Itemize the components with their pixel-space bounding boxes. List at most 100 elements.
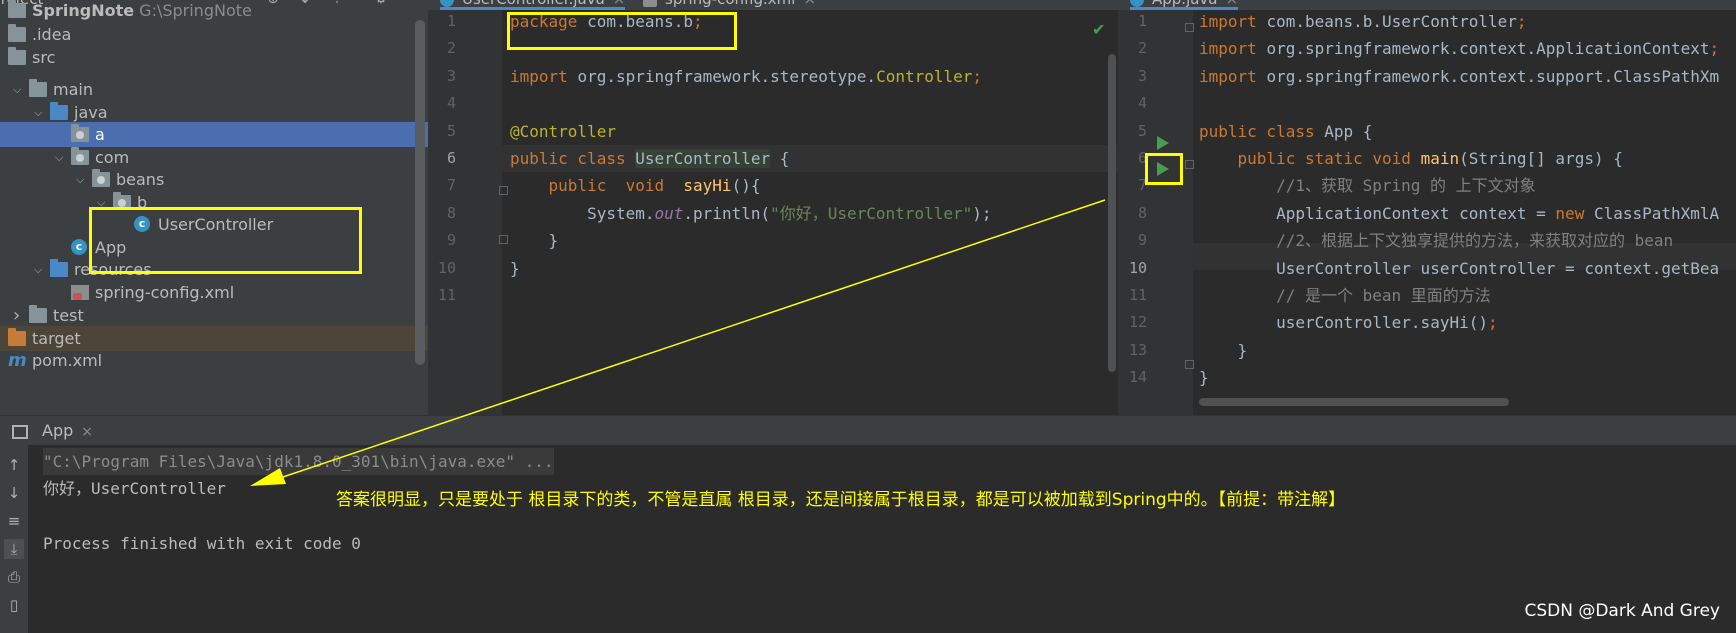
code-line[interactable]: import org.springframework.stereotype.Co… [510, 63, 982, 90]
code-token: com.beans.b.UserController [1266, 12, 1517, 31]
line-number: 7 [446, 176, 456, 195]
chevron-down-icon[interactable]: ⌵ [34, 257, 46, 282]
code-token: out [654, 203, 684, 223]
chevron-down-icon[interactable]: ⌵ [13, 77, 25, 102]
code-line[interactable]: UserController userController = context.… [1199, 255, 1719, 282]
tree-item-test[interactable]: › test [0, 303, 428, 328]
run-tab-label: App [42, 421, 74, 440]
close-icon[interactable]: × [803, 0, 816, 8]
tab-usercontroller-java[interactable]: UserController.java × [440, 0, 626, 10]
chevron-down-icon[interactable]: ⌵ [76, 167, 88, 192]
code-token: (){ [731, 176, 761, 196]
code-line[interactable]: } [510, 255, 520, 282]
code-token: public void [548, 176, 684, 196]
code-line[interactable]: public static void main(String[] args) { [1199, 145, 1623, 172]
editor2-tabbar: App.java × [1118, 0, 1736, 10]
code-line[interactable]: public class App { [1199, 118, 1372, 145]
tree-item-a[interactable]: a [0, 122, 428, 147]
trash-icon[interactable]: ▯ [4, 595, 24, 615]
code-line[interactable]: System.out.println("你好，UserController"); [510, 200, 991, 227]
close-icon[interactable]: × [1226, 0, 1239, 8]
chevron-right-icon[interactable]: › [13, 303, 25, 328]
code-token: org.springframework.context.ApplicationC… [1266, 39, 1710, 59]
soft-wrap-icon[interactable]: ≡ [4, 511, 24, 531]
code-token: org.springframework.stereotype. [577, 66, 877, 86]
close-icon[interactable]: × [81, 424, 93, 440]
check-icon[interactable]: ✔ [1092, 20, 1105, 39]
code-token: @Controller [510, 121, 616, 141]
line-number: 6 [1137, 149, 1147, 167]
code-token: import [1199, 66, 1267, 86]
fold-marker-icon[interactable] [499, 235, 508, 244]
code-token: UserController [635, 149, 771, 168]
code-token: { [770, 149, 790, 168]
run-tab-app[interactable]: App × [12, 416, 93, 446]
up-arrow-icon[interactable]: ↑ [4, 455, 24, 475]
run-class-icon[interactable] [1157, 136, 1169, 150]
tab-spring-config-xml[interactable]: spring-config.xml × [643, 0, 816, 10]
code-line[interactable]: } [510, 227, 559, 254]
code-token: } [510, 258, 520, 278]
print-icon[interactable]: ⎙ [4, 567, 24, 587]
folder-icon [29, 305, 47, 323]
line-number: 10 [1128, 258, 1147, 277]
fold-marker-icon[interactable] [1185, 160, 1194, 169]
line-number: 12 [1128, 313, 1147, 332]
code-line[interactable]: } [1199, 364, 1209, 391]
tree-item-idea[interactable]: .idea [0, 22, 428, 47]
code-line[interactable]: import org.springframework.context.Appli… [1199, 35, 1719, 62]
fold-marker-icon[interactable] [1185, 360, 1194, 369]
tree-item-spring-config-xml[interactable]: spring-config.xml [0, 280, 428, 305]
editor2-hscrollbar[interactable] [1199, 398, 1509, 406]
code-line[interactable]: //1、获取 Spring 的 上下文对象 [1199, 172, 1536, 199]
code-line[interactable]: @Controller [510, 118, 616, 145]
tree-item-src[interactable]: src [0, 45, 428, 70]
line-number: 5 [1137, 121, 1147, 140]
code-line[interactable]: package com.beans.b; [510, 10, 703, 35]
tree-item-label: spring-config.xml [95, 283, 235, 302]
fold-marker-icon[interactable] [499, 186, 508, 195]
code-token: UserController userController = context.… [1199, 258, 1720, 278]
editor1-scrollbar[interactable] [1108, 54, 1116, 372]
run-main-icon[interactable] [1157, 162, 1169, 176]
close-icon[interactable]: × [613, 0, 626, 8]
tree-item-main[interactable]: ⌵ main [0, 77, 428, 102]
tab-app-java[interactable]: App.java × [1130, 0, 1239, 10]
tree-item-label: resources [74, 260, 152, 279]
code-line[interactable]: } [1199, 337, 1248, 364]
tree-item-resources[interactable]: ⌵ resources [0, 257, 428, 282]
tab-label: App.java [1152, 0, 1218, 8]
line-number: 11 [1128, 286, 1147, 304]
tree-item-beans[interactable]: ⌵ beans [0, 167, 428, 192]
code-token: //1、获取 Spring 的 上下文对象 [1199, 176, 1536, 196]
tree-item-usercontroller[interactable]: c UserController [0, 212, 428, 237]
line-number: 7 [1137, 176, 1147, 195]
package-icon [92, 169, 110, 187]
code-line[interactable]: import org.springframework.context.suppo… [1199, 63, 1719, 90]
class-icon: c [134, 216, 150, 232]
code-token: } [510, 231, 559, 251]
code-line[interactable]: //2、根据上下文独享提供的方法，来获取对应的 bean [1199, 227, 1673, 254]
editor1-tabbar: UserController.java × spring-config.xml × [428, 0, 1118, 10]
down-arrow-icon[interactable]: ↓ [4, 483, 24, 503]
editor-usercontroller[interactable]: 1 2 3 4 5 6 7 8 9 10 11 package com.beans.b; import… [428, 10, 1118, 415]
tree-item-springnote[interactable]: ⌵SpringNote G:\SpringNote [0, 0, 428, 23]
code-line[interactable]: ApplicationContext context = new ClassPa… [1199, 200, 1719, 227]
project-scrollbar[interactable] [415, 20, 425, 365]
fold-marker-icon[interactable] [1185, 23, 1194, 32]
code-line[interactable]: import com.beans.b.UserController; [1199, 10, 1527, 35]
editor-app[interactable]: 1 2 3 4 5 6 7 8 9 10 11 12 13 14 import com.beans.b.U… [1118, 10, 1736, 415]
code-token: ; [1709, 39, 1720, 59]
code-token: //2、根据上下文独享提供的方法，来获取对应的 bean [1199, 231, 1674, 251]
maven-icon: m [8, 350, 27, 371]
code-line[interactable]: public class UserController { [510, 145, 789, 172]
code-line[interactable]: userController.sayHi(); [1199, 309, 1498, 336]
line-number: 8 [1137, 203, 1147, 222]
tree-item-pom-xml[interactable]: m pom.xml [0, 348, 428, 373]
line-number: 5 [446, 121, 456, 140]
scroll-to-end-icon[interactable]: ⤓ [4, 539, 24, 559]
code-line[interactable]: public void sayHi(){ [510, 172, 761, 199]
code-line[interactable]: // 是一个 bean 里面的方法 [1199, 282, 1491, 309]
tree-item-label: .idea [32, 25, 72, 44]
